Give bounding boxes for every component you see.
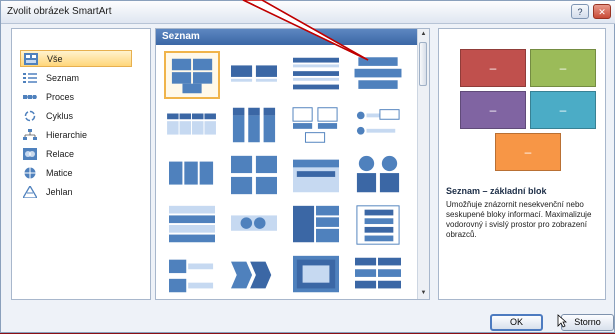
relationship-icon [22,147,38,161]
layout-thumbnail-icon [293,205,339,243]
layout-thumbnail-icon [169,161,214,185]
layout-segmented-list[interactable] [164,201,220,249]
category-label: Cyklus [46,110,74,121]
close-button[interactable]: ✕ [593,4,611,19]
category-cyklus[interactable]: Cyklus [20,107,132,124]
layout-thumbnail-icon [169,205,215,243]
matrix-icon [22,166,38,180]
layout-vertical-picture-list[interactable] [288,151,344,199]
category-label: Hierarchie [46,129,88,140]
layout-bending-picture-list[interactable] [350,151,406,199]
category-seznam[interactable]: Seznam [20,69,132,86]
cycle-icon [22,109,38,123]
hierarchy-icon [22,128,38,142]
layout-target-list[interactable] [288,251,344,299]
preview-shape: – [495,133,561,171]
dialog-title: Zvolit obrázek SmartArt [7,6,112,17]
layout-thumbnail-icon [169,259,214,293]
category-jehlan[interactable]: Jehlan [20,183,132,200]
layout-thumbnails [164,51,414,299]
category-matice[interactable]: Matice [20,164,132,181]
layout-thumbnail-icon [231,261,272,289]
preview-panel: – – – – – Seznam – základní blok Umožňuj… [438,28,606,300]
category-label: Relace [46,148,75,159]
category-relace[interactable]: Relace [20,145,132,162]
layout-thumbnail-icon [231,215,277,231]
category-list: Vše Seznam Proces Cyklus Hierarchie Rela… [11,28,151,300]
preview-shape: – [530,49,596,87]
layout-sliced-list[interactable] [350,251,406,299]
preview-shape: – [460,49,526,87]
layout-thumbnail-icon [354,57,402,89]
layout-process-list[interactable] [164,251,220,299]
layout-thumbnail-icon [231,155,277,195]
category-label: Jehlan [46,186,73,197]
layout-picture-caption-list[interactable] [288,101,344,149]
process-icon [22,90,38,104]
list-icon [22,71,38,85]
layout-thumbnail-icon [356,155,400,193]
layout-lined-list[interactable] [226,51,282,99]
category-label: Seznam [46,72,80,83]
mouse-cursor-icon [557,314,567,328]
layout-chevron-list[interactable] [350,201,406,249]
layout-thumbnail-icon [292,107,338,143]
scroll-down-icon[interactable]: ▼ [418,288,429,299]
button-bar: OK Storno [1,304,615,334]
category-hierarchie[interactable]: Hierarchie [20,126,132,143]
layout-thumbnail-icon [231,65,277,82]
preview-description: Umožňuje znázornit nesekvenční nebo sesk… [446,200,592,239]
layout-thumbnail-icon [293,159,339,193]
layout-trapezoid-list[interactable] [226,201,282,249]
category-label: Matice [46,167,73,178]
all-icon [23,52,39,66]
preview-shape: – [460,91,526,129]
layout-picture-lined-list[interactable] [350,101,406,149]
smartart-dialog: Zvolit obrázek SmartArt ? ✕ Vše Seznam P… [0,0,615,333]
layout-basic-block-list[interactable] [164,51,220,99]
layout-horizontal-bullet-list[interactable] [164,101,220,149]
scroll-thumb[interactable] [419,42,427,86]
layout-horizontal-process[interactable] [226,251,282,299]
category-proces[interactable]: Proces [20,88,132,105]
category-label: Vše [47,53,63,64]
gallery-scrollbar[interactable]: ▲ ▼ [417,29,429,299]
layout-thumbnail-icon [167,113,216,135]
layout-stacked-list[interactable] [350,51,406,99]
category-vse[interactable]: Vše [20,50,132,67]
scroll-up-icon[interactable]: ▲ [418,29,429,40]
layout-thumbnail-icon [293,57,339,90]
preview-shape: – [530,91,596,129]
layout-thumbnail-icon [171,58,213,94]
layout-thumbnail-icon [356,205,400,245]
layout-vertical-bullet-list[interactable] [288,51,344,99]
layout-vertical-box-list[interactable] [226,101,282,149]
title-bar: Zvolit obrázek SmartArt ? ✕ [1,1,615,24]
layout-thumbnail-icon [293,255,339,293]
ok-button[interactable]: OK [490,314,543,331]
layout-vertical-block-list[interactable] [288,201,344,249]
layout-thumbnail-icon [232,107,276,143]
help-button[interactable]: ? [571,4,589,19]
cancel-button[interactable]: Storno [561,314,614,331]
layout-table-list[interactable] [164,151,220,199]
layout-thumbnail-icon [356,109,400,135]
layout-gallery: Seznam ▲ ▼ [155,28,430,300]
pyramid-icon [22,185,38,199]
category-label: Proces [46,91,75,102]
layout-grouped-list[interactable] [226,151,282,199]
gallery-header: Seznam [156,29,420,45]
preview-title: Seznam – základní blok [446,186,547,196]
layout-thumbnail-icon [355,255,401,293]
